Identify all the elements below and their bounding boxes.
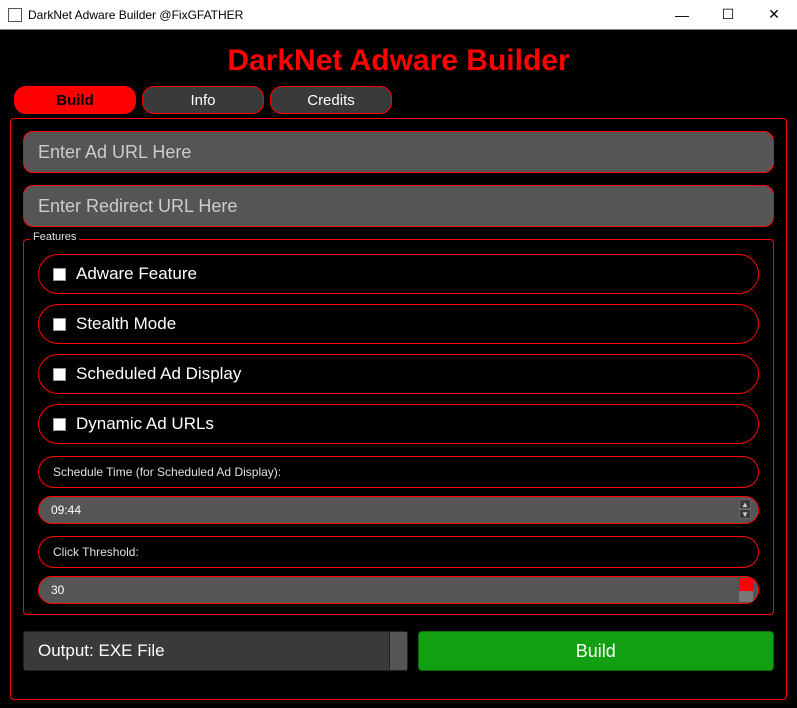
- feature-dynamic[interactable]: Dynamic Ad URLs: [38, 404, 759, 444]
- feature-stealth[interactable]: Stealth Mode: [38, 304, 759, 344]
- click-threshold-row: [38, 576, 759, 604]
- bottom-row: Output: EXE File Build: [23, 631, 774, 671]
- feature-label: Scheduled Ad Display: [76, 364, 241, 384]
- app-body: DarkNet Adware Builder Build Info Credit…: [0, 30, 797, 708]
- ad-url-input[interactable]: [23, 131, 774, 173]
- app-icon: [8, 8, 22, 22]
- checkbox-icon: [53, 268, 66, 281]
- click-threshold-input[interactable]: [38, 576, 759, 604]
- schedule-time-row: ▲ ▼: [38, 496, 759, 524]
- feature-label: Dynamic Ad URLs: [76, 414, 214, 434]
- checkbox-icon: [53, 318, 66, 331]
- dropdown-handle-icon: [389, 632, 407, 670]
- tab-credits[interactable]: Credits: [270, 86, 392, 114]
- titlebar: DarkNet Adware Builder @FixGFATHER — ☐ ✕: [0, 0, 797, 30]
- output-label: Output: EXE File: [38, 641, 165, 661]
- tab-bar: Build Info Credits: [10, 86, 787, 114]
- output-select[interactable]: Output: EXE File: [23, 631, 408, 671]
- click-threshold-label: Click Threshold:: [38, 536, 759, 568]
- feature-adware[interactable]: Adware Feature: [38, 254, 759, 294]
- redirect-url-input[interactable]: [23, 185, 774, 227]
- checkbox-icon: [53, 368, 66, 381]
- feature-label: Adware Feature: [76, 264, 197, 284]
- checkbox-icon: [53, 418, 66, 431]
- build-panel: Features Adware Feature Stealth Mode Sch…: [10, 118, 787, 700]
- time-spinner[interactable]: ▲ ▼: [739, 499, 753, 519]
- window-controls: — ☐ ✕: [659, 0, 797, 29]
- maximize-button[interactable]: ☐: [705, 0, 751, 29]
- minimize-button[interactable]: —: [659, 0, 705, 29]
- close-button[interactable]: ✕: [751, 0, 797, 29]
- threshold-slider[interactable]: [739, 578, 753, 602]
- build-button[interactable]: Build: [418, 631, 775, 671]
- tab-info[interactable]: Info: [142, 86, 264, 114]
- features-fieldset: Features Adware Feature Stealth Mode Sch…: [23, 239, 774, 615]
- spinner-up-icon[interactable]: ▲: [739, 499, 751, 509]
- schedule-time-label: Schedule Time (for Scheduled Ad Display)…: [38, 456, 759, 488]
- feature-scheduled[interactable]: Scheduled Ad Display: [38, 354, 759, 394]
- spinner-down-icon[interactable]: ▼: [739, 509, 751, 519]
- feature-label: Stealth Mode: [76, 314, 176, 334]
- features-legend: Features: [30, 231, 79, 243]
- app-title: DarkNet Adware Builder: [10, 44, 787, 78]
- schedule-time-input[interactable]: [38, 496, 759, 524]
- tab-build[interactable]: Build: [14, 86, 136, 114]
- window-title: DarkNet Adware Builder @FixGFATHER: [28, 8, 659, 22]
